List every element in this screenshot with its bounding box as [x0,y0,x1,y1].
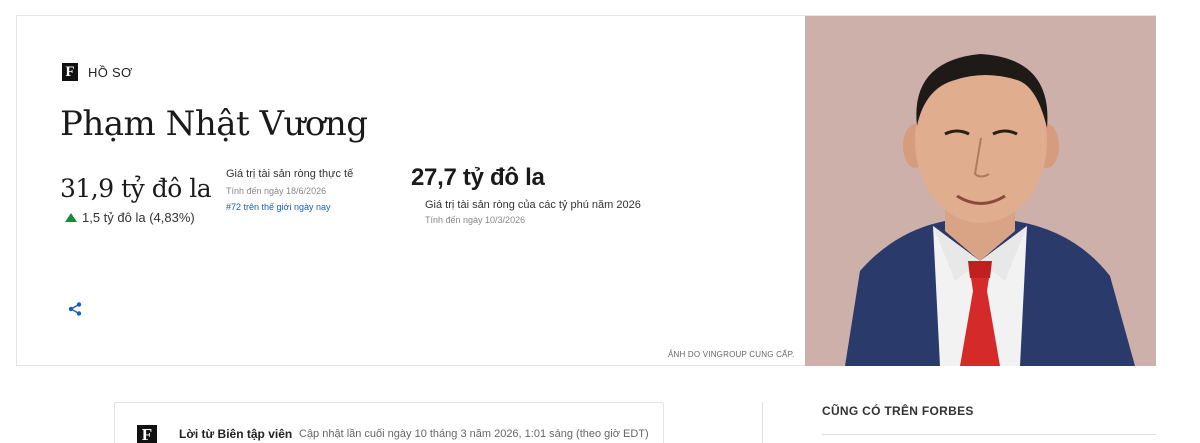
editor-note-updated: Cập nhật lần cuối ngày 10 tháng 3 năm 20… [299,428,649,440]
profile-section-header: F HỒ SƠ [62,63,132,81]
sidebar-divider [822,434,1156,435]
column-divider [762,402,763,443]
forbes-logo: F [137,425,157,443]
net-worth-change: 1,5 tỷ đô la (4,83%) [65,210,195,225]
realtime-meta: Giá trị tài sản ròng thực tế Tính đến ng… [226,168,353,212]
annual-meta: Giá trị tài sản ròng của các tỷ phú năm … [425,199,641,225]
also-on-forbes-heading: CŨNG CÓ TRÊN FORBES [822,404,974,418]
person-name: Phạm Nhật Vương [60,104,368,144]
up-arrow-icon [65,213,77,222]
portrait-photo [805,16,1156,366]
realtime-date: Tính đến ngày 18/6/2026 [226,186,327,196]
share-icon[interactable] [67,301,83,317]
annual-net-worth: 27,7 tỷ đô la [411,164,545,191]
annual-date: Tính đến ngày 10/3/2026 [425,215,526,225]
editor-note-card[interactable]: F Lời từ Biên tập viên Cập nhật lần cuối… [114,402,664,443]
realtime-title: Giá trị tài sản ròng thực tế [226,168,354,180]
portrait-illustration [805,16,1156,366]
profile-card: F HỒ SƠ Phạm Nhật Vương 31,9 tỷ đô la 1,… [16,15,1156,366]
photo-credit: ẢNH DO VINGROUP CUNG CẤP. [668,350,795,359]
editor-note-heading: Lời từ Biên tập viên [179,427,293,441]
forbes-logo: F [62,63,78,81]
annual-title: Giá trị tài sản ròng của các tỷ phú năm … [425,199,641,211]
realtime-rank-link[interactable]: #72 trên thế giới ngày nay [226,202,353,212]
realtime-net-worth: 31,9 tỷ đô la [60,174,212,203]
section-label: HỒ SƠ [88,64,133,80]
change-value: 1,5 tỷ đô la (4,83%) [82,210,195,225]
